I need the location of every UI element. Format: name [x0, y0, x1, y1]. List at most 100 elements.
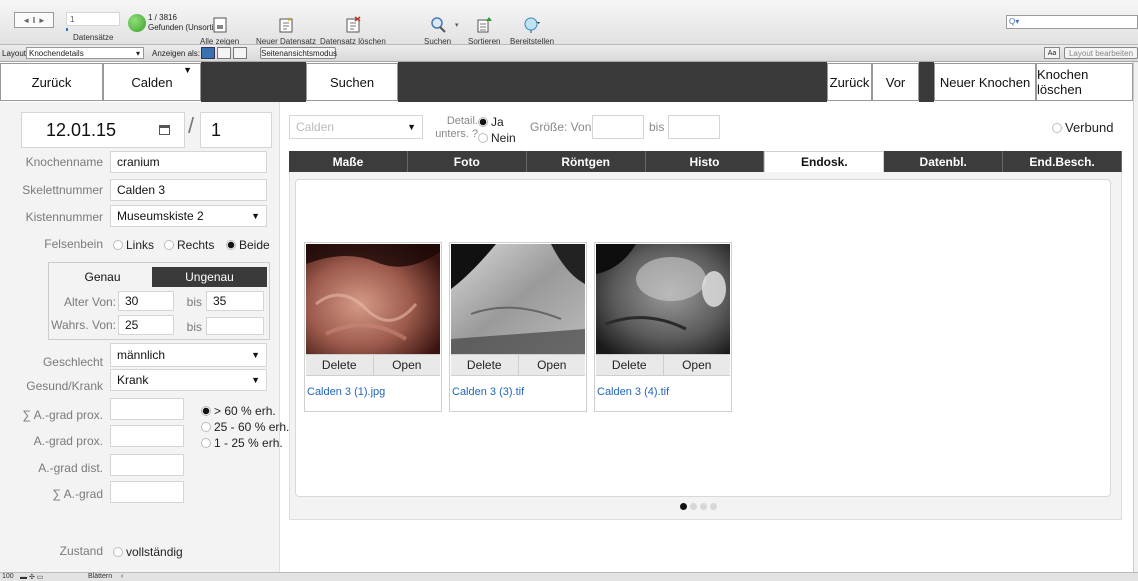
- image-card: Delete Open Calden 3 (3).tif: [449, 242, 587, 412]
- date-field[interactable]: 12.01.15: [21, 112, 185, 148]
- view-list-icon[interactable]: [217, 47, 231, 59]
- endoscopy-image-thumbnail[interactable]: [306, 244, 440, 354]
- verbund-option[interactable]: Verbund: [1052, 119, 1113, 137]
- open-image-button[interactable]: Open: [372, 355, 441, 375]
- found-count: 1 / 3816: [148, 13, 177, 22]
- sum-prox-field[interactable]: [110, 398, 184, 420]
- view-table-icon[interactable]: [233, 47, 247, 59]
- size-from-field[interactable]: [592, 115, 644, 139]
- next-record-icon[interactable]: ►: [38, 16, 46, 25]
- nav-search-button[interactable]: Suchen: [306, 63, 398, 101]
- detail-no[interactable]: Nein: [478, 129, 516, 147]
- alter-von-field[interactable]: 30: [118, 291, 174, 311]
- felsenbein-rechts[interactable]: Rechts: [164, 236, 214, 254]
- prev-button[interactable]: Zurück: [827, 63, 872, 101]
- quickfind-input[interactable]: Q▾: [1006, 15, 1138, 29]
- new-record-button[interactable]: Neuer Datensatz: [256, 16, 316, 46]
- tab-masse[interactable]: Maße: [289, 151, 408, 172]
- page-dot[interactable]: [690, 503, 697, 510]
- endoscopy-image-thumbnail[interactable]: [596, 244, 730, 354]
- tab-roentgen[interactable]: Röntgen: [526, 151, 646, 172]
- tab-foto[interactable]: Foto: [407, 151, 527, 172]
- wahrs-bis-field[interactable]: [206, 317, 264, 335]
- layout-dropdown-icon: ▾: [135, 49, 140, 58]
- location-dropdown-icon: ▼: [183, 65, 192, 75]
- knochenname-field[interactable]: cranium: [110, 151, 267, 173]
- delete-image-button[interactable]: Delete: [596, 355, 663, 375]
- back-button[interactable]: Zurück: [0, 63, 103, 101]
- search-icon: [430, 17, 446, 33]
- location-dropdown[interactable]: Calden ▼: [103, 63, 201, 101]
- ungenau-tab[interactable]: Ungenau: [152, 267, 267, 287]
- window-scrollbar[interactable]: [1133, 62, 1138, 572]
- number-field[interactable]: 1: [200, 112, 272, 148]
- image-actions: Delete Open: [596, 354, 730, 376]
- page-dot[interactable]: [700, 503, 707, 510]
- open-image-button[interactable]: Open: [517, 355, 586, 375]
- layout-label: Layout:: [2, 49, 29, 58]
- next-button[interactable]: Vor: [872, 63, 919, 101]
- genau-tab[interactable]: Genau: [53, 267, 152, 287]
- record-nav-arrows[interactable]: ◄ ‖ ►: [14, 12, 54, 28]
- preview-mode-button[interactable]: Seitenansichtsmodus: [260, 47, 337, 59]
- image-filename-link[interactable]: Calden 3 (3).tif: [452, 386, 524, 398]
- delete-record-button[interactable]: Datensatz löschen: [320, 16, 386, 46]
- records-progress-slider[interactable]: [66, 28, 120, 31]
- image-filename-link[interactable]: Calden 3 (4).tif: [597, 386, 669, 398]
- open-image-button[interactable]: Open: [662, 355, 731, 375]
- book-icon: ‖: [32, 15, 36, 25]
- share-button[interactable]: Bereitstellen: [510, 16, 554, 46]
- tab-histo[interactable]: Histo: [645, 151, 765, 172]
- gesund-select[interactable]: Krank ▼: [110, 369, 267, 391]
- edit-layout-button[interactable]: Layout bearbeiten: [1064, 47, 1138, 59]
- prox-field[interactable]: [110, 425, 184, 447]
- quickfind-icon: Q▾: [1009, 17, 1020, 26]
- delete-bone-button[interactable]: Knochen löschen: [1036, 63, 1133, 101]
- site-select[interactable]: Calden ▼: [289, 115, 423, 139]
- endoscopy-image-thumbnail[interactable]: [451, 244, 585, 354]
- scroll-left-icon[interactable]: ‹: [121, 573, 123, 580]
- status-bar: 100 ▬ ✣ ▭ Blättern ‹: [0, 572, 1138, 581]
- nav-dark-bar-left: [201, 62, 306, 102]
- search-dropdown-icon[interactable]: ▾: [455, 21, 459, 29]
- records-label: Datensätze: [73, 33, 114, 42]
- delete-image-button[interactable]: Delete: [306, 355, 373, 375]
- date-number-slash: /: [188, 113, 195, 138]
- record-number-input[interactable]: 1: [66, 12, 120, 26]
- skelett-field[interactable]: Calden 3: [110, 179, 267, 201]
- geschlecht-select[interactable]: männlich ▼: [110, 343, 267, 367]
- tab-endosk[interactable]: Endosk.: [764, 151, 885, 172]
- size-to-field[interactable]: [668, 115, 720, 139]
- zustand-option[interactable]: vollständig: [113, 543, 183, 561]
- zoom-level[interactable]: 100: [2, 573, 14, 580]
- wahrs-von-field[interactable]: 25: [118, 315, 174, 335]
- felsenbein-beide[interactable]: Beide: [226, 236, 270, 254]
- share-icon: [524, 17, 541, 33]
- dist-field[interactable]: [110, 454, 184, 476]
- image-filename-link[interactable]: Calden 3 (1).jpg: [307, 386, 385, 398]
- zoom-controls-icon[interactable]: ▬ ✣ ▭: [20, 573, 43, 581]
- image-card: Delete Open Calden 3 (1).jpg: [304, 242, 442, 412]
- view-form-icon[interactable]: [201, 47, 215, 59]
- page-dot[interactable]: [710, 503, 717, 510]
- prox-label: A.-grad prox.: [33, 434, 103, 448]
- tab-datenbl[interactable]: Datenbl.: [884, 151, 1004, 172]
- sum-field[interactable]: [110, 481, 184, 503]
- delete-image-button[interactable]: Delete: [451, 355, 518, 375]
- kisten-select[interactable]: Museumskiste 2 ▼: [110, 205, 267, 227]
- show-all-button[interactable]: Alle zeigen: [200, 16, 239, 46]
- nav-dark-bar-mid: [398, 62, 827, 102]
- erh-option-3[interactable]: 1 - 25 % erh.: [201, 434, 283, 452]
- new-bone-button[interactable]: Neuer Knochen: [934, 63, 1036, 101]
- prev-record-icon[interactable]: ◄: [22, 16, 30, 25]
- sort-button[interactable]: Sortieren: [468, 16, 500, 46]
- layout-select[interactable]: Knochendetails ▾: [26, 47, 144, 59]
- geschlecht-dropdown-icon: ▼: [251, 350, 260, 360]
- felsenbein-links[interactable]: Links: [113, 236, 154, 254]
- search-button[interactable]: Suchen: [424, 16, 451, 46]
- page-dot-active[interactable]: [680, 503, 687, 510]
- tab-endbesch[interactable]: End.Besch.: [1003, 151, 1123, 172]
- font-size-button[interactable]: Aa: [1044, 47, 1060, 59]
- alter-bis-field[interactable]: 35: [206, 291, 264, 311]
- calendar-icon[interactable]: [159, 125, 170, 135]
